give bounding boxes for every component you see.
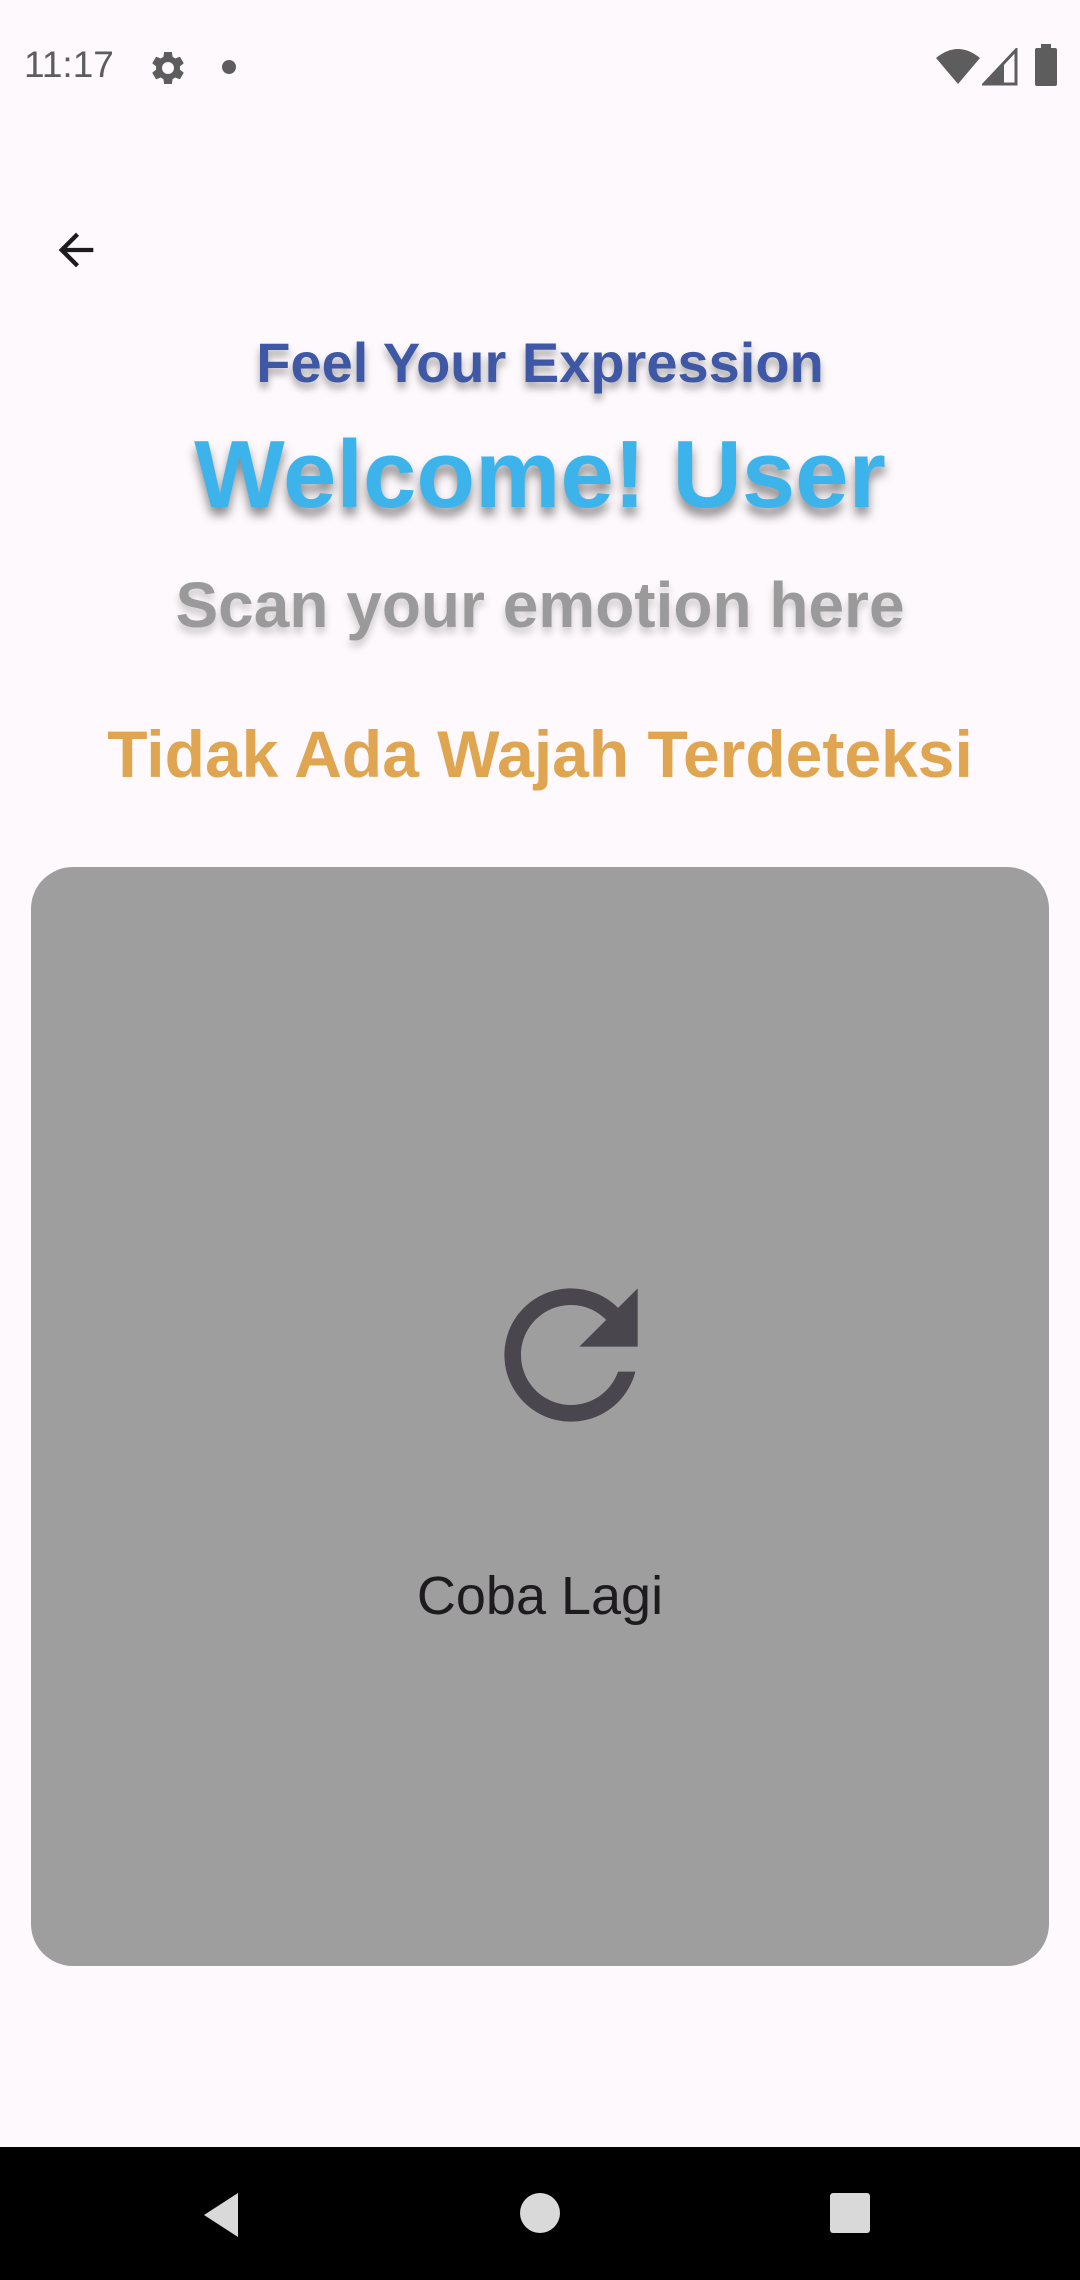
battery-icon [1035,44,1057,86]
detection-status-message: Tidak Ada Wajah Terdeteksi [107,717,973,791]
navigation-bar [0,2147,1080,2280]
screen: 11:17 Feel Your Expression Welcome! User… [0,0,1080,2280]
welcome-title: Welcome! User [194,421,886,528]
wifi-icon [936,49,980,84]
arrow-back-icon [58,232,94,268]
retry-button[interactable]: Coba Lagi [31,867,1049,1966]
notification-dot-icon [222,60,236,74]
status-bar: 11:17 [0,0,1080,135]
tagline: Feel Your Expression [256,331,824,394]
status-time: 11:17 [24,44,114,85]
nav-back-icon[interactable] [198,2189,250,2241]
retry-label: Coba Lagi [416,1566,664,1626]
back-button[interactable] [36,210,116,290]
nav-home-icon[interactable] [520,2193,560,2233]
nav-recents-icon[interactable] [830,2193,870,2233]
refresh-icon [504,1288,638,1422]
camera-preview-card: Coba Lagi [31,867,1049,1966]
signal-icon [982,48,1018,86]
gear-icon [152,51,184,84]
subtitle: Scan your emotion here [175,569,905,641]
